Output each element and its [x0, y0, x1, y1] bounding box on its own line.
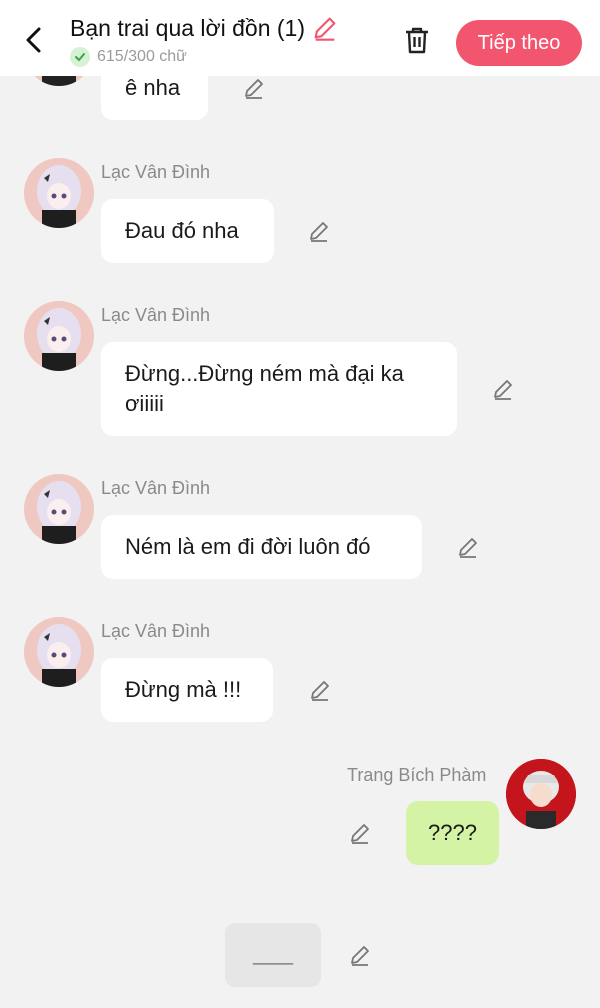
- title-block: Bạn trai qua lời đồn (1) 615/300 chữ: [70, 14, 339, 67]
- message-text: ????: [428, 820, 477, 845]
- message-text: Đau đó nha: [125, 218, 239, 243]
- back-icon[interactable]: [18, 22, 50, 58]
- message-text: Đừng mà !!!: [125, 677, 242, 702]
- next-button[interactable]: Tiếp theo: [456, 20, 582, 66]
- message-text: Ném là em đi đời luôn đó: [125, 534, 371, 559]
- sender-name: Lạc Vân Đình: [101, 305, 211, 325]
- message-bubble[interactable]: Đừng mà !!!: [101, 658, 273, 722]
- message-bubble[interactable]: Ném là em đi đời luôn đó: [101, 515, 422, 579]
- new-message-input[interactable]: ____: [225, 923, 321, 987]
- sender-name: Lạc Vân Đình: [101, 621, 211, 641]
- pencil-icon[interactable]: [311, 14, 339, 42]
- trash-icon[interactable]: [402, 24, 432, 56]
- pencil-icon[interactable]: [347, 820, 373, 846]
- sender-name: Lạc Vân Đình: [101, 162, 211, 182]
- pencil-icon[interactable]: [347, 942, 373, 968]
- header: Bạn trai qua lời đồn (1) 615/300 chữ Tiế…: [0, 0, 600, 76]
- avatar[interactable]: [24, 617, 94, 687]
- pencil-icon[interactable]: [307, 677, 333, 703]
- message-bubble[interactable]: Đừng...Đừng ném mà đại ka ơiiiii: [101, 342, 457, 436]
- check-icon: [70, 47, 90, 67]
- pencil-icon[interactable]: [241, 75, 267, 101]
- sender-name: Lạc Vân Đình: [101, 478, 211, 498]
- page-title[interactable]: Bạn trai qua lời đồn (1): [70, 15, 305, 42]
- pencil-icon[interactable]: [455, 534, 481, 560]
- message-text: ê nha: [125, 75, 181, 100]
- avatar[interactable]: [24, 158, 94, 228]
- avatar[interactable]: [24, 301, 94, 371]
- pencil-icon[interactable]: [490, 376, 516, 402]
- message-bubble[interactable]: Đau đó nha: [101, 199, 274, 263]
- avatar[interactable]: [506, 759, 576, 829]
- message-bubble[interactable]: ????: [406, 801, 499, 865]
- word-count: 615/300 chữ: [97, 48, 187, 65]
- input-placeholder: ____: [252, 944, 294, 965]
- message-text: Đừng...Đừng ném mà đại ka ơiiiii: [125, 361, 404, 416]
- sender-name: Trang Bích Phàm: [347, 765, 487, 785]
- avatar[interactable]: [24, 474, 94, 544]
- pencil-icon[interactable]: [306, 218, 332, 244]
